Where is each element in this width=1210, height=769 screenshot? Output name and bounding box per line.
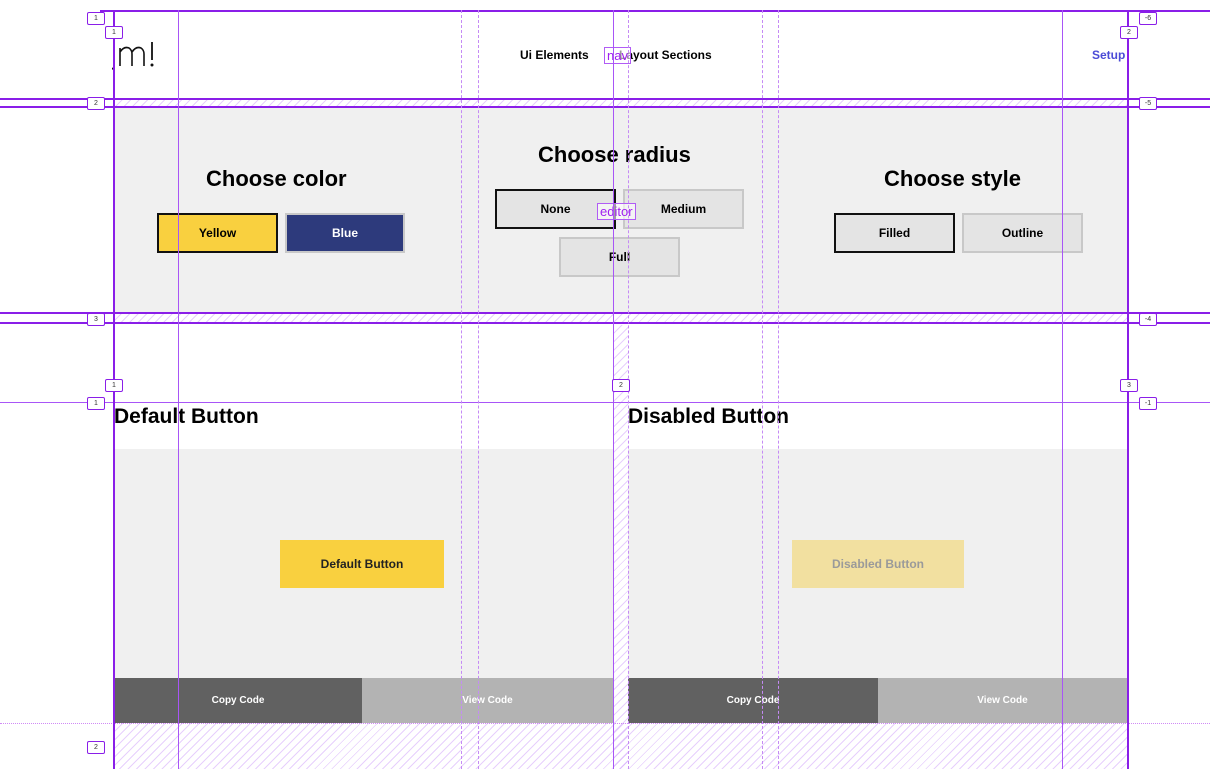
guide-marker: -4 [1139, 313, 1157, 326]
guide-dash-4 [762, 10, 763, 769]
guide-marker: 1 [87, 397, 105, 410]
guide-col-4 [1062, 10, 1063, 769]
guide-marker: 3 [87, 313, 105, 326]
choose-radius-title: Choose radius [538, 142, 691, 167]
nav-link-ui-elements[interactable]: Ui Elements [520, 48, 589, 62]
guide-marker: 1 [87, 12, 105, 25]
guide-marker: 1 [105, 26, 123, 39]
guide-marker: 2 [87, 741, 105, 754]
copy-code-button-disabled[interactable]: Copy Code [628, 678, 878, 723]
choose-color-title: Choose color [206, 166, 347, 191]
guide-line-top [100, 10, 1210, 12]
guide-dash-1 [461, 10, 462, 769]
guide-line-2b [0, 106, 1210, 108]
guide-marker: -5 [1139, 97, 1157, 110]
disabled-button: Disabled Button [792, 540, 964, 588]
guide-marker: 2 [1120, 26, 1138, 39]
style-option-outline[interactable]: Outline [962, 213, 1083, 253]
guide-marker: 3 [1120, 379, 1138, 392]
guide-marker: -1 [1139, 397, 1157, 410]
nav-link-layout-sections[interactable]: Layout Sections [619, 48, 712, 62]
style-option-filled[interactable]: Filled [834, 213, 955, 253]
logo[interactable] [112, 36, 164, 70]
overlay-bottom [114, 723, 1127, 769]
radius-option-full[interactable]: Full [559, 237, 680, 277]
radius-option-medium[interactable]: Medium [623, 189, 744, 229]
guide-marker: 2 [612, 379, 630, 392]
guide-marker: 2 [87, 97, 105, 110]
guide-marker: -6 [1139, 12, 1157, 25]
guide-marker: 1 [105, 379, 123, 392]
guide-line-2a [0, 98, 1210, 100]
color-option-blue[interactable]: Blue [285, 213, 405, 253]
guide-line-3b [0, 322, 1210, 324]
default-button[interactable]: Default Button [280, 540, 444, 588]
guide-col-1 [178, 10, 179, 769]
guide-line-row [0, 402, 1210, 403]
disabled-button-title: Disabled Button [628, 405, 789, 428]
view-code-button-default[interactable]: View Code [362, 678, 613, 723]
editor-overlay-tag: editor [597, 203, 636, 220]
setup-link[interactable]: Setup [1092, 48, 1125, 62]
copy-code-button-default[interactable]: Copy Code [114, 678, 362, 723]
guide-line-3a [0, 312, 1210, 314]
color-option-yellow[interactable]: Yellow [157, 213, 278, 253]
guide-dash-2 [478, 10, 479, 769]
choose-style-title: Choose style [884, 166, 1021, 191]
view-code-button-disabled[interactable]: View Code [878, 678, 1127, 723]
guide-line-bottom [0, 723, 1210, 724]
default-button-title: Default Button [114, 405, 259, 428]
guide-dash-5 [778, 10, 779, 769]
nav-overlay-tag: nav [604, 47, 631, 64]
